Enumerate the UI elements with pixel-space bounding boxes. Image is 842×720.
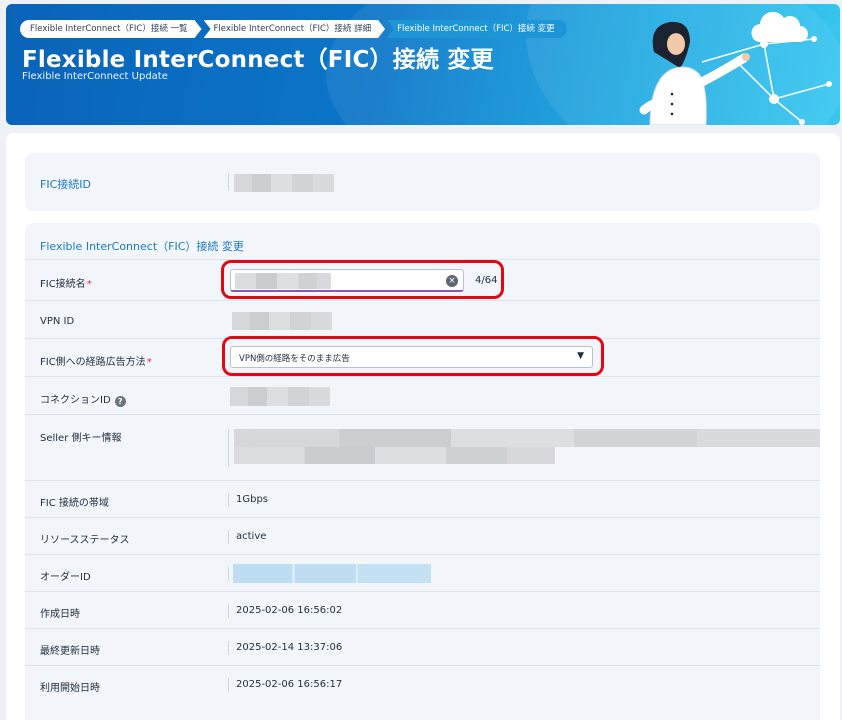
fic-connection-id-label: FIC接続ID	[40, 178, 91, 191]
redacted-value	[234, 429, 820, 447]
redacted-value	[234, 447, 555, 464]
header-illustration	[639, 11, 832, 125]
field-row-updated-at: 最終更新日時 2025-02-14 13:37:06	[25, 628, 820, 665]
field-row-resource-status: リソースステータス active	[25, 517, 820, 554]
field-label-order-id: オーダーID	[40, 572, 91, 583]
divider	[228, 604, 229, 618]
field-row-bandwidth: FIC 接続の帯域 1Gbps	[25, 480, 820, 517]
fic-connection-id-panel: FIC接続ID	[25, 153, 820, 211]
divider	[228, 678, 229, 692]
edit-form-panel: Flexible InterConnect（FIC）接続 変更 FIC接続名* …	[25, 223, 820, 720]
content-card: FIC接続ID Flexible InterConnect（FIC）接続 変更 …	[6, 133, 840, 720]
field-row-started-at: 利用開始日時 2025-02-06 16:56:17	[25, 665, 820, 702]
breadcrumb-item-list[interactable]: Flexible InterConnect（FIC）接続 一覧	[20, 20, 202, 38]
redacted-value	[233, 564, 431, 583]
breadcrumb-item-current: Flexible InterConnect（FIC）接続 変更	[387, 20, 567, 38]
field-label-bandwidth: FIC 接続の帯域	[40, 498, 109, 509]
field-row-connection-id: コネクションID?	[25, 376, 820, 414]
field-row-seller-key: Seller 側キー情報	[25, 414, 820, 480]
question-circle-icon[interactable]: ?	[114, 396, 126, 407]
highlight-annotation	[222, 336, 604, 376]
started-at-value: 2025-02-06 16:56:17	[236, 679, 343, 690]
redacted-value	[230, 387, 330, 406]
breadcrumb-item-detail[interactable]: Flexible InterConnect（FIC）接続 詳細	[204, 20, 386, 38]
field-label-vpn-id: VPN ID	[40, 316, 75, 327]
field-row-created-at: 作成日時 2025-02-06 16:56:02	[25, 591, 820, 628]
divider	[228, 173, 229, 191]
redacted-value	[234, 174, 334, 192]
field-label-connection-id: コネクションID?	[40, 391, 126, 407]
bandwidth-value: 1Gbps	[236, 494, 269, 505]
redacted-value	[232, 312, 332, 330]
field-row-vpn-id: VPN ID	[25, 300, 820, 338]
divider	[228, 530, 229, 544]
field-label-seller-key: Seller 側キー情報	[40, 433, 122, 444]
divider	[228, 429, 229, 467]
page-title: Flexible InterConnect（FIC）接続 変更	[22, 47, 494, 73]
field-label-route-ad: FIC側への経路広告方法*	[40, 357, 152, 368]
header-banner: Flexible InterConnect（FIC）接続 一覧 Flexible…	[6, 4, 840, 125]
page-subtitle: Flexible InterConnect Update	[22, 71, 168, 82]
field-label-created-at: 作成日時	[40, 609, 80, 620]
resource-status-value: active	[236, 531, 267, 542]
highlight-annotation	[221, 260, 504, 299]
field-label-resource-status: リソースステータス	[40, 535, 130, 546]
breadcrumb: Flexible InterConnect（FIC）接続 一覧 Flexible…	[20, 20, 569, 38]
field-row-order-id: オーダーID	[25, 554, 820, 591]
field-label-updated-at: 最終更新日時	[40, 646, 100, 657]
field-label-name: FIC接続名*	[40, 279, 92, 290]
created-at-value: 2025-02-06 16:56:02	[236, 605, 343, 616]
divider	[228, 567, 229, 581]
form-section-title: Flexible InterConnect（FIC）接続 変更	[40, 240, 244, 253]
divider	[228, 641, 229, 655]
updated-at-value: 2025-02-14 13:37:06	[236, 642, 343, 653]
field-label-started-at: 利用開始日時	[40, 683, 100, 694]
divider	[228, 493, 229, 507]
